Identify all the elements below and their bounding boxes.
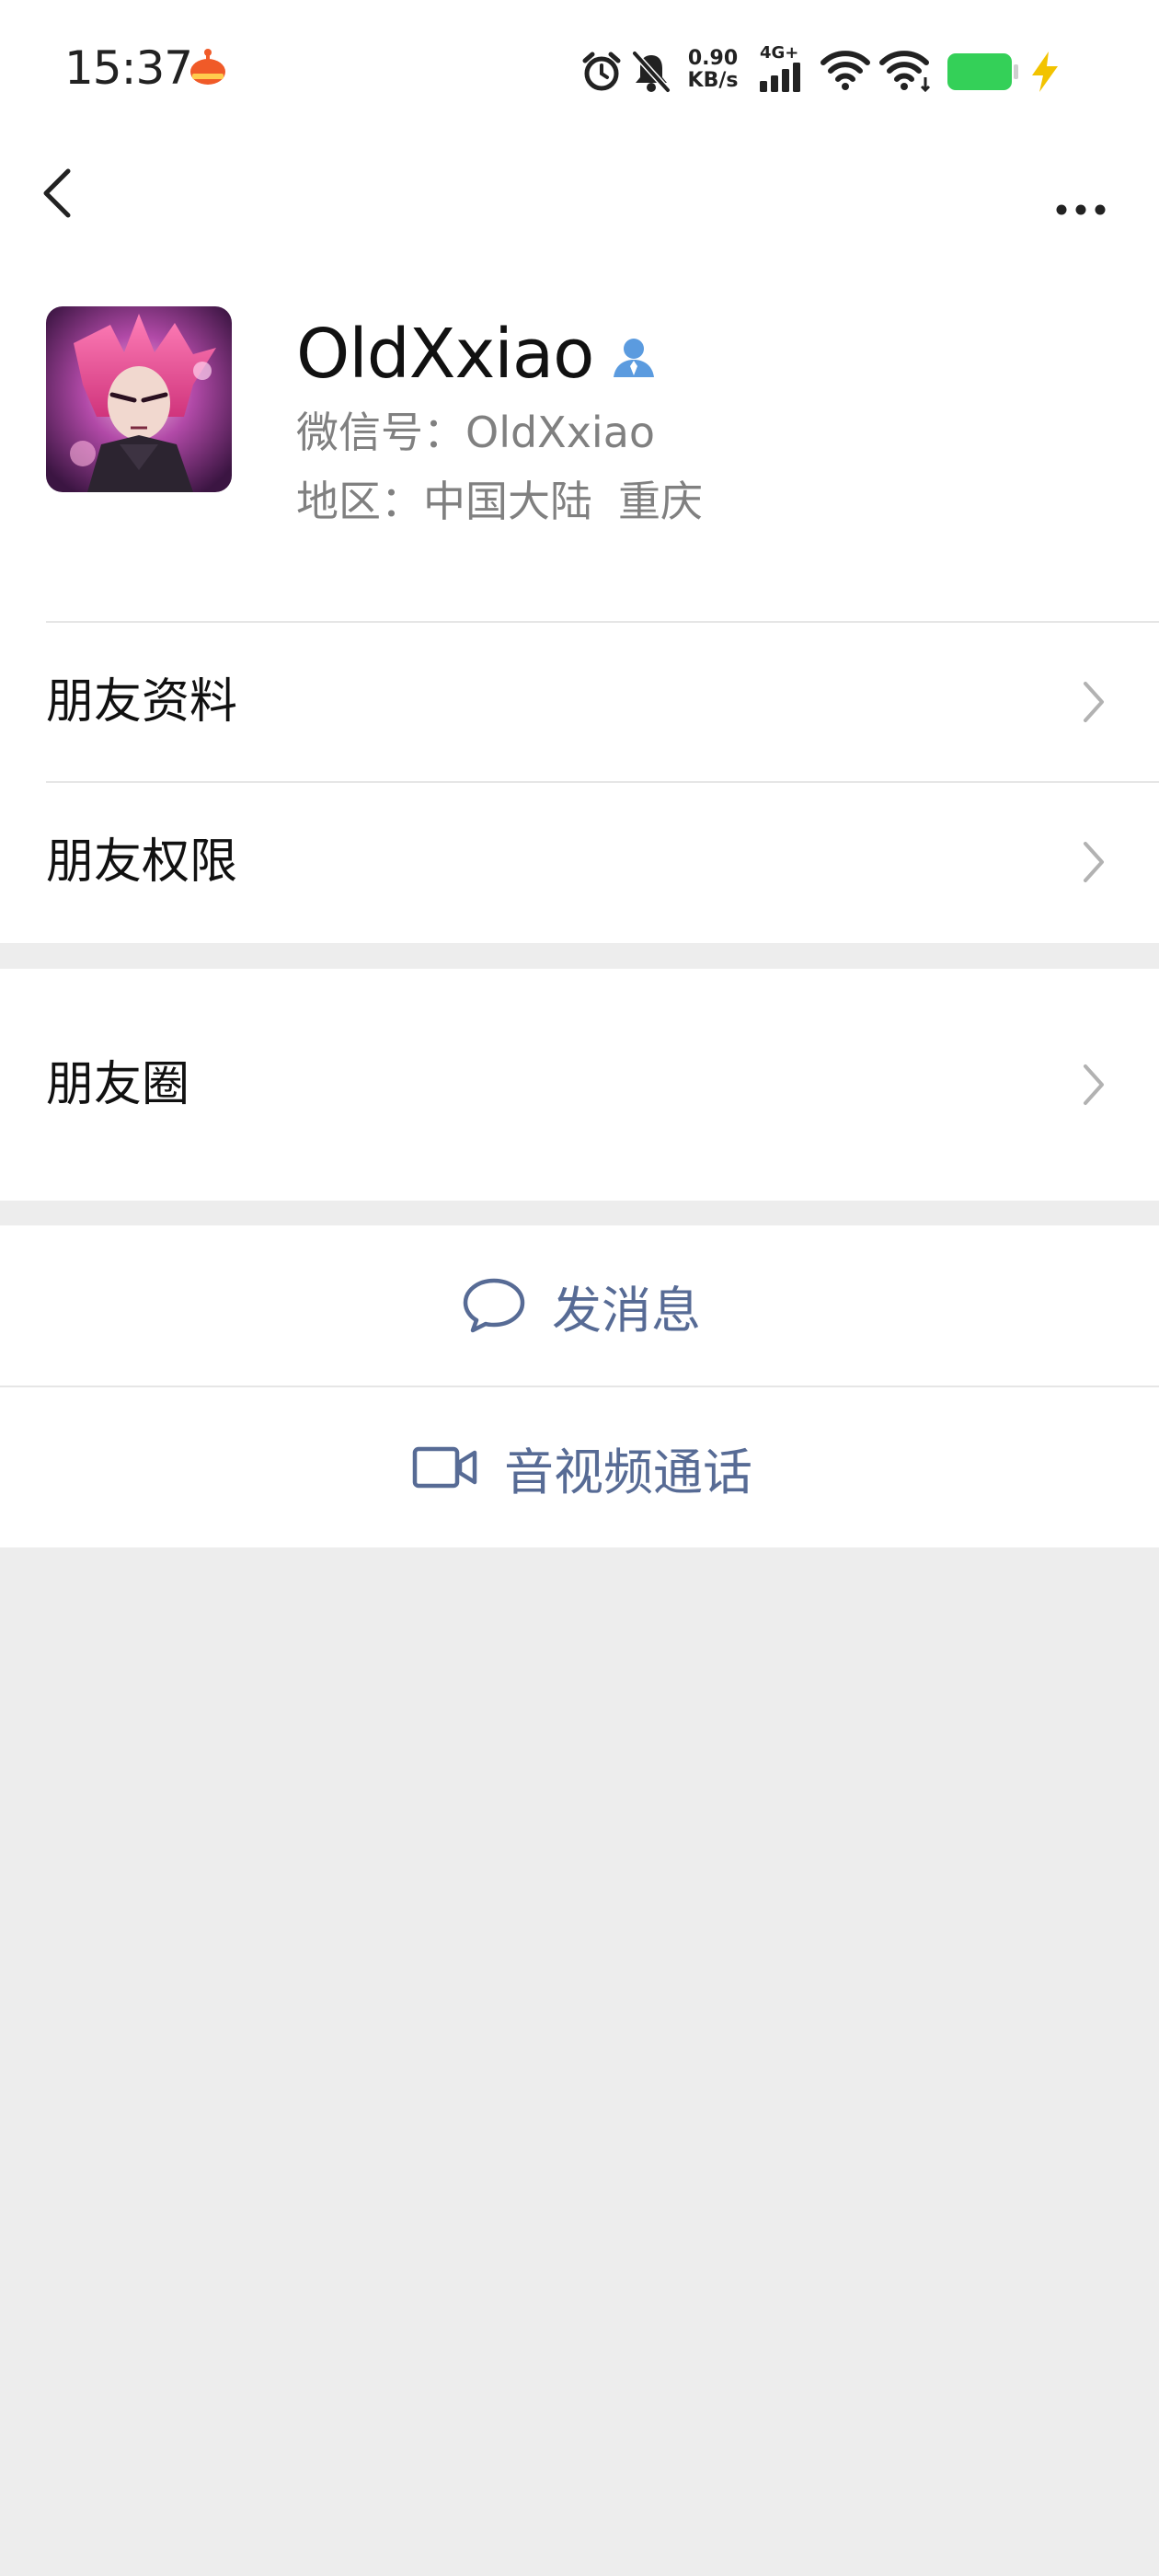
bell-off-icon [632,51,671,93]
send-message-content: 发消息 [462,1225,701,1386]
wechat-id: 微信号：OldXxiao [296,408,656,457]
battery-icon [947,53,1018,90]
send-message-button[interactable]: 发消息 [0,1225,1159,1386]
video-call-label: 音视频通话 [504,1443,752,1501]
video-camera-icon [412,1446,477,1489]
chevron-left-icon [43,168,71,218]
network-speed-value: 0.90 [687,47,739,70]
name-row: OldXxiao [296,313,658,396]
friend-permissions-label: 朋友权限 [46,834,238,890]
moments-item[interactable]: 朋友圈 [0,969,1159,1201]
charging-icon [1032,52,1058,92]
wifi-secondary-icon [879,51,931,92]
send-message-label: 发消息 [552,1281,701,1340]
back-button[interactable] [28,156,101,230]
contact-profile-screen: 15:37 0.90 KB/s 4G+ OldXxiao 微信号：OldXxia… [0,0,1159,2576]
status-time: 15:37 [64,41,193,95]
friend-badge-icon [614,339,655,377]
network-speed: 0.90 KB/s [681,48,745,92]
notification-app-icon [190,49,225,85]
status-bar: 15:37 0.90 KB/s 4G+ [0,0,1159,138]
moments-label: 朋友圈 [46,1057,190,1112]
wifi-icon [820,51,870,90]
profile-header: OldXxiao 微信号：OldXxiao 地区：中国大陆 重庆 [0,248,1159,621]
settings-section: 朋友资料 朋友权限 [0,621,1159,943]
more-options-button[interactable] [1030,156,1131,230]
region-country: 中国大陆 [423,477,592,526]
avatar[interactable] [46,306,232,492]
cellular-signal-icon: 4G+ [756,44,811,96]
video-call-button[interactable]: 音视频通话 [0,1387,1159,1547]
status-icons: 0.90 KB/s 4G+ [580,44,1095,99]
friend-info-label: 朋友资料 [46,674,238,730]
network-speed-unit: KB/s [687,69,739,92]
chevron-right-icon [1084,1064,1104,1105]
avatar-image [46,306,232,492]
top-navigation-bar [0,138,1159,248]
friend-permissions-item[interactable]: 朋友权限 [0,783,1159,941]
region-city: 重庆 [618,477,703,526]
alarm-icon [582,52,621,91]
contact-nickname: OldXxiao [296,315,594,394]
network-type-label: 4G+ [760,43,799,63]
video-call-content: 音视频通话 [412,1387,752,1547]
chat-bubble-icon [463,1278,525,1333]
region: 地区：中国大陆 重庆 [296,472,703,531]
moments-section: 朋友圈 [0,969,1159,1201]
more-horizontal-icon [1056,204,1106,215]
region-label: 地区： [296,477,423,526]
chevron-right-icon [1084,682,1104,722]
chevron-right-icon [1084,842,1104,882]
friend-info-item[interactable]: 朋友资料 [0,623,1159,781]
